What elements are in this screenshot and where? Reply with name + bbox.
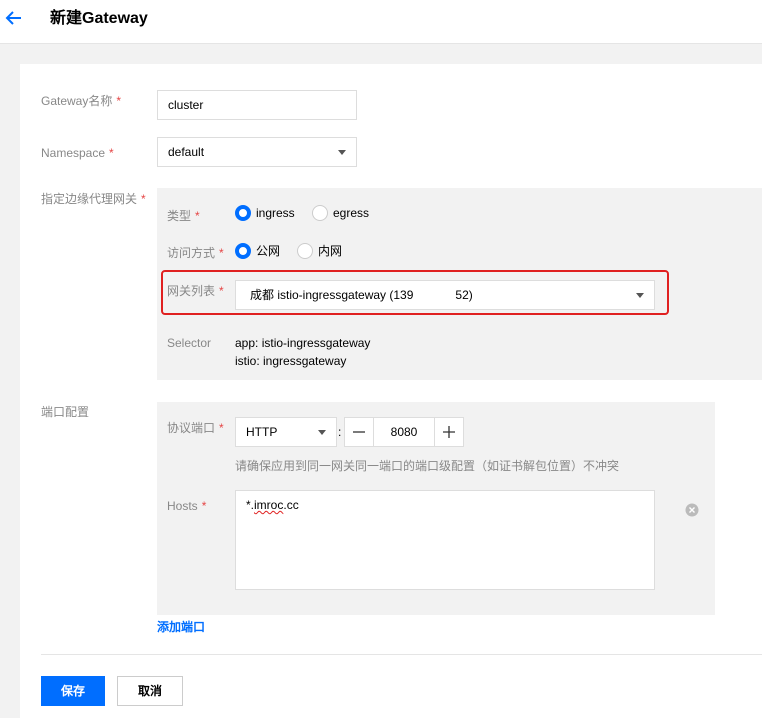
redacted-area [413,287,456,301]
hosts-text-suffix: .cc [283,498,299,512]
gateway-list-label: 网关列表 * [167,284,224,298]
page-title: 新建Gateway [50,10,148,27]
hosts-label: Hosts * [167,499,207,513]
chevron-down-icon [338,150,346,155]
radio-egress[interactable]: egress [312,205,369,221]
protocol-port-label: 协议端口 * [167,421,224,435]
port-separator: : [338,425,342,439]
port-input[interactable]: 8080 [373,417,435,447]
namespace-label: Namespace * [41,146,114,160]
access-label: 访问方式 * [167,246,224,260]
radio-unchecked-icon [297,243,313,259]
gateway-list-value-start: 成都 istio-ingressgateway (139 [250,288,414,302]
footer-divider [41,654,762,655]
chevron-down-icon [318,430,326,435]
gateway-name-label: Gateway名称 * [41,94,122,108]
radio-unchecked-icon [312,205,328,221]
port-config-label: 端口配置 [41,405,90,419]
radio-egress-label: egress [333,206,370,220]
port-decrement-button[interactable] [344,417,374,447]
namespace-select[interactable]: default [157,137,357,167]
gateway-list-value-end: 52) [455,288,473,302]
cancel-button[interactable]: 取消 [117,676,183,706]
edge-gateway-label: 指定边缘代理网关 * [41,192,146,206]
back-arrow-icon[interactable] [3,7,25,29]
hosts-text-word: imroc [254,498,284,512]
plus-icon [443,426,455,438]
add-port-link[interactable]: 添加端口 [157,619,205,635]
radio-ingress-label: ingress [256,206,295,220]
type-label: 类型 * [167,209,200,223]
page-header: 新建Gateway [0,0,762,44]
protocol-select[interactable]: HTTP [235,417,337,447]
namespace-selected-value: default [168,145,205,159]
minus-icon [353,431,365,433]
radio-ingress[interactable]: ingress [235,205,295,221]
chevron-down-icon [636,293,644,298]
form-card: Gateway名称 * cluster Namespace * default 指定… [20,64,762,718]
radio-checked-icon [235,243,251,259]
radio-private-label: 内网 [318,244,343,258]
radio-public[interactable]: 公网 [235,243,280,259]
protocol-selected-value: HTTP [246,425,278,439]
radio-private[interactable]: 内网 [297,243,342,259]
radio-checked-icon [235,205,251,221]
gateway-list-select[interactable]: 成都 istio-ingressgateway (139 52) [235,280,655,310]
port-config-panel: 协议端口 * HTTP : 8080 请确保应用到同一网关同一端口的端口级配置（如… [157,402,715,615]
selector-istio-value: istio: ingressgateway [235,354,347,368]
hosts-text-prefix: *. [246,498,255,512]
save-button[interactable]: 保存 [41,676,105,706]
selector-label: Selector [167,336,212,350]
hosts-textarea[interactable]: *.imroc.cc [235,490,655,590]
port-increment-button[interactable] [434,417,464,447]
selector-app-value: app: istio-ingressgateway [235,336,371,350]
radio-public-label: 公网 [256,244,281,258]
edge-gateway-panel: 类型 * ingress egress 访问方式 * 公网 内网 网关列表 * 成都 … [157,188,762,380]
gateway-name-input[interactable]: cluster [157,90,357,120]
port-hint-text: 请确保应用到同一网关同一端口的端口级配置（如证书解包位置）不冲突 [235,459,620,473]
remove-port-icon[interactable] [684,502,700,518]
